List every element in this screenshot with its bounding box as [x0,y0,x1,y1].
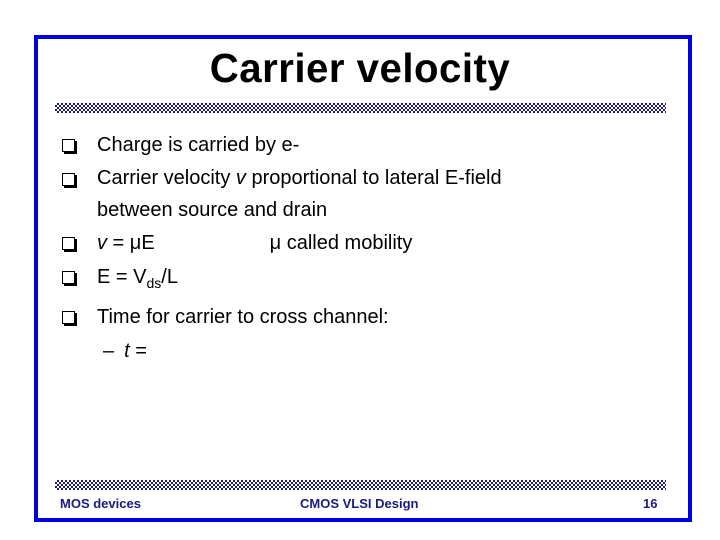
bullet-item: Charge is carried by e- [60,128,660,162]
equation-text: = μE [107,232,155,254]
subscript-ds: ds [146,275,162,291]
bullet-item: Time for carrier to cross channel: [60,300,660,334]
footer-course-title: CMOS VLSI Design [300,496,419,511]
dash-bullet-icon: – [103,340,115,362]
bullet-text: Time for carrier to cross channel: [97,306,389,328]
bullet-item: E = Vds/L [60,260,660,300]
page-number: 16 [643,496,658,511]
checkbox-bullet-icon [62,237,75,250]
footer-divider-bar [55,480,666,490]
slide-title: Carrier velocity [209,45,511,91]
bullet-continuation: between source and drain [97,199,328,221]
velocity-variable: v [97,232,107,254]
bullet-text: proportional to lateral E-field [245,167,502,189]
bullet-item: Carrier velocity v proportional to later… [60,162,660,194]
checkbox-bullet-icon [62,139,75,152]
checkbox-bullet-icon [62,173,75,186]
velocity-variable: v [235,167,246,189]
sub-bullet-item: – t = [60,334,660,368]
equation-text: /L [161,266,178,288]
mobility-note: μ called mobility [269,232,413,254]
checkbox-bullet-icon [62,271,75,284]
slide-body: Charge is carried by e- Carrier velocity… [60,128,660,368]
bullet-text: Carrier velocity [97,167,236,189]
equation-text: = [129,340,147,362]
title-divider-bar [55,103,666,113]
bullet-text: Charge is carried by e- [97,134,300,156]
equation-text: E = V [97,266,147,288]
checkbox-bullet-icon [62,311,75,324]
bullet-item: v = μE μ called mobility [60,226,660,260]
footer-section-title: MOS devices [60,496,141,511]
